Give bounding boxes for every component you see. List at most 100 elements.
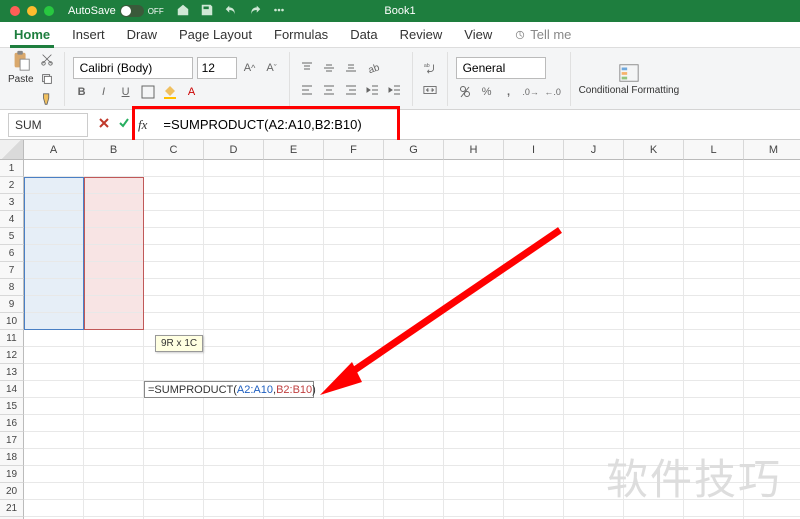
cell-K21[interactable] (624, 500, 684, 517)
cell-M8[interactable] (744, 279, 800, 296)
cell-H17[interactable] (444, 432, 504, 449)
cell-L18[interactable] (684, 449, 744, 466)
cell-H10[interactable] (444, 313, 504, 330)
cell-H6[interactable] (444, 245, 504, 262)
row-header-10[interactable]: 10 (0, 313, 24, 330)
cell-D17[interactable] (204, 432, 264, 449)
cell-G13[interactable] (384, 364, 444, 381)
cell-B20[interactable] (84, 483, 144, 500)
cell-L16[interactable] (684, 415, 744, 432)
column-header-F[interactable]: F (324, 140, 384, 160)
cell-K8[interactable] (624, 279, 684, 296)
cell-J6[interactable] (564, 245, 624, 262)
cell-F12[interactable] (324, 347, 384, 364)
column-header-B[interactable]: B (84, 140, 144, 160)
cell-C17[interactable] (144, 432, 204, 449)
cell-E5[interactable] (264, 228, 324, 245)
row-header-16[interactable]: 16 (0, 415, 24, 432)
cell-G10[interactable] (384, 313, 444, 330)
cell-A15[interactable] (24, 398, 84, 415)
cell-D20[interactable] (204, 483, 264, 500)
cell-I21[interactable] (504, 500, 564, 517)
cell-G7[interactable] (384, 262, 444, 279)
row-header-7[interactable]: 7 (0, 262, 24, 279)
cell-E1[interactable] (264, 160, 324, 177)
cell-G21[interactable] (384, 500, 444, 517)
column-header-H[interactable]: H (444, 140, 504, 160)
cell-A4[interactable] (24, 211, 84, 228)
cell-F1[interactable] (324, 160, 384, 177)
cell-J16[interactable] (564, 415, 624, 432)
wrap-text-icon[interactable]: ab (421, 59, 439, 77)
cell-F14[interactable] (324, 381, 384, 398)
formula-input[interactable] (157, 113, 800, 137)
cell-A8[interactable] (24, 279, 84, 296)
cell-A3[interactable] (24, 194, 84, 211)
tab-page-layout[interactable]: Page Layout (179, 27, 252, 42)
cell-F13[interactable] (324, 364, 384, 381)
cell-M16[interactable] (744, 415, 800, 432)
paste-button[interactable]: Paste (8, 50, 34, 108)
cell-L12[interactable] (684, 347, 744, 364)
cell-M13[interactable] (744, 364, 800, 381)
cell-E20[interactable] (264, 483, 324, 500)
cell-B12[interactable] (84, 347, 144, 364)
cell-H20[interactable] (444, 483, 504, 500)
cell-A11[interactable] (24, 330, 84, 347)
cell-K14[interactable] (624, 381, 684, 398)
cell-G9[interactable] (384, 296, 444, 313)
row-header-19[interactable]: 19 (0, 466, 24, 483)
cell-D7[interactable] (204, 262, 264, 279)
column-header-L[interactable]: L (684, 140, 744, 160)
cell-G18[interactable] (384, 449, 444, 466)
row-header-6[interactable]: 6 (0, 245, 24, 262)
cell-E11[interactable] (264, 330, 324, 347)
cell-E13[interactable] (264, 364, 324, 381)
cell-F21[interactable] (324, 500, 384, 517)
cell-D3[interactable] (204, 194, 264, 211)
cell-B4[interactable] (84, 211, 144, 228)
cell-K13[interactable] (624, 364, 684, 381)
cell-H5[interactable] (444, 228, 504, 245)
column-header-A[interactable]: A (24, 140, 84, 160)
cell-D18[interactable] (204, 449, 264, 466)
name-box[interactable]: SUM (8, 113, 88, 137)
home-icon[interactable] (176, 3, 190, 20)
cell-K1[interactable] (624, 160, 684, 177)
format-painter-icon[interactable] (38, 90, 56, 108)
cell-E2[interactable] (264, 177, 324, 194)
cell-A12[interactable] (24, 347, 84, 364)
cell-D12[interactable] (204, 347, 264, 364)
autosave-switch[interactable] (120, 5, 144, 17)
cell-B17[interactable] (84, 432, 144, 449)
cell-K20[interactable] (624, 483, 684, 500)
cell-E9[interactable] (264, 296, 324, 313)
cell-K5[interactable] (624, 228, 684, 245)
cell-K3[interactable] (624, 194, 684, 211)
cell-A10[interactable] (24, 313, 84, 330)
cell-J18[interactable] (564, 449, 624, 466)
increase-indent-icon[interactable] (386, 81, 404, 99)
cell-D2[interactable] (204, 177, 264, 194)
redo-icon[interactable] (248, 3, 262, 20)
cell-C9[interactable] (144, 296, 204, 313)
cell-A16[interactable] (24, 415, 84, 432)
cell-J19[interactable] (564, 466, 624, 483)
active-cell-editing[interactable]: =SUMPRODUCT(A2:A10,B2:B10) (144, 381, 314, 398)
cell-M7[interactable] (744, 262, 800, 279)
cell-A18[interactable] (24, 449, 84, 466)
cell-F19[interactable] (324, 466, 384, 483)
minimize-window-icon[interactable] (27, 6, 37, 16)
cell-I8[interactable] (504, 279, 564, 296)
cell-K11[interactable] (624, 330, 684, 347)
cell-B18[interactable] (84, 449, 144, 466)
cell-E7[interactable] (264, 262, 324, 279)
cell-L3[interactable] (684, 194, 744, 211)
cell-M12[interactable] (744, 347, 800, 364)
decrease-font-icon[interactable]: Aˇ (263, 59, 281, 77)
cell-B6[interactable] (84, 245, 144, 262)
fx-icon[interactable]: fx (138, 117, 147, 133)
align-bottom-icon[interactable] (342, 59, 360, 77)
cell-I4[interactable] (504, 211, 564, 228)
row-header-8[interactable]: 8 (0, 279, 24, 296)
